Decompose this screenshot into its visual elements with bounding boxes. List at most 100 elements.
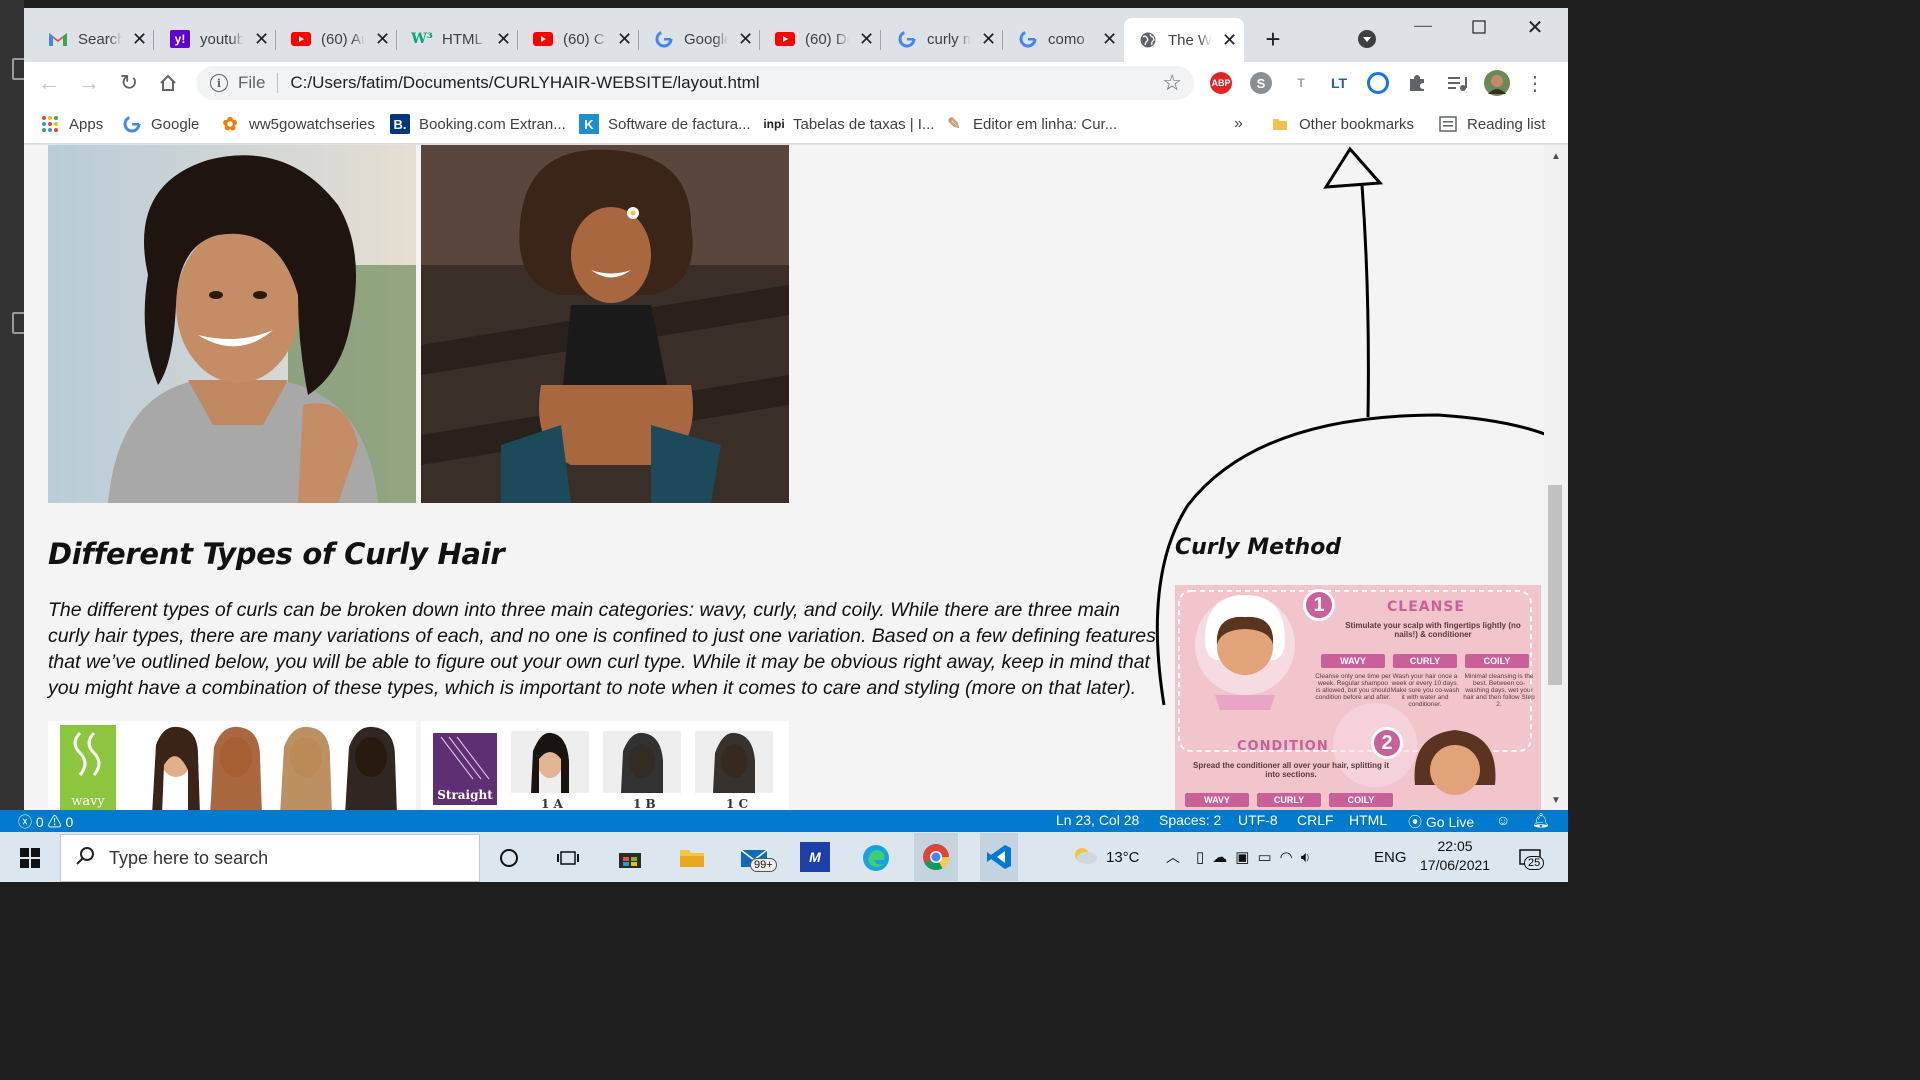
globe-icon: [1138, 31, 1158, 49]
app-icon-blue[interactable]: M: [800, 842, 830, 872]
skype-icon[interactable]: S: [1250, 72, 1272, 94]
edge-icon[interactable]: [860, 842, 892, 874]
tab-active[interactable]: The W ✕: [1124, 18, 1244, 62]
bookmark-tabelas[interactable]: inpi Tabelas de taxas | I...: [763, 104, 934, 144]
close-window-icon[interactable]: ✕: [1522, 14, 1548, 40]
mail-icon[interactable]: 99+: [738, 842, 777, 874]
bookmark-booking[interactable]: B. Booking.com Extran...: [390, 104, 566, 144]
reload-icon[interactable]: ↻: [116, 70, 142, 96]
onedrive-cloud-icon[interactable]: ☁: [1212, 848, 1227, 866]
display-icon[interactable]: ▣: [1235, 848, 1249, 866]
windows-start-icon[interactable]: [14, 842, 46, 874]
close-tab-icon[interactable]: ✕: [617, 29, 632, 50]
account-icon[interactable]: ☺: [1496, 812, 1510, 828]
back-icon[interactable]: ←: [36, 70, 62, 96]
weather-widget[interactable]: 13°C: [1070, 832, 1140, 882]
media-control-icon[interactable]: [1444, 70, 1470, 96]
file-explorer-icon[interactable]: [676, 842, 708, 874]
close-tab-icon[interactable]: ✕: [132, 29, 147, 50]
forward-icon[interactable]: →: [76, 70, 102, 96]
chrome-taskbar-icon[interactable]: [914, 833, 958, 881]
language-mode[interactable]: HTML: [1349, 812, 1387, 828]
scroll-up-icon[interactable]: ▲: [1551, 151, 1561, 162]
bookmark-label: Apps: [69, 115, 104, 133]
tab-youtube-1[interactable]: (60) Au ✕: [291, 20, 397, 58]
action-center-icon[interactable]: 25: [1514, 842, 1546, 874]
close-tab-icon[interactable]: ✕: [1222, 30, 1237, 51]
battery-icon[interactable]: ▭: [1257, 848, 1271, 866]
section-heading: Different Types of Curly Hair: [48, 537, 505, 571]
close-tab-icon[interactable]: ✕: [375, 29, 390, 50]
warning-icon: ⚠: [47, 814, 62, 830]
tab-youtube-2[interactable]: (60) CS ✕: [533, 20, 639, 58]
sync-extension-icon[interactable]: [1367, 72, 1389, 94]
tab-youtube-3[interactable]: (60) De ✕: [775, 20, 881, 58]
indentation[interactable]: Spaces: 2: [1159, 812, 1221, 828]
close-tab-icon[interactable]: ✕: [738, 29, 753, 50]
page-scrollbar[interactable]: ▲ ▼: [1544, 145, 1568, 810]
avatar[interactable]: [1484, 70, 1510, 96]
notifications-bell-icon[interactable]: 🔔︎: [1532, 812, 1550, 829]
end-of-line[interactable]: CRLF: [1297, 812, 1334, 828]
cortana-icon[interactable]: [493, 842, 525, 874]
close-tab-icon[interactable]: ✕: [1102, 29, 1117, 50]
bookmark-star-icon[interactable]: ☆: [1162, 70, 1182, 96]
taskbar-search-box[interactable]: Type here to search: [60, 834, 480, 882]
lt-extension-icon[interactable]: LT: [1328, 72, 1350, 94]
close-tab-icon[interactable]: ✕: [254, 29, 269, 50]
translate-extension-icon[interactable]: T: [1290, 72, 1312, 94]
bookmark-label: ww5gowatchseries: [249, 115, 375, 133]
input-language[interactable]: ENG: [1374, 832, 1407, 882]
tab-google-3[interactable]: como ✕: [1018, 20, 1117, 58]
temperature: 13°C: [1106, 848, 1140, 866]
scroll-down-icon[interactable]: ▼: [1551, 795, 1561, 806]
microsoft-store-icon[interactable]: [614, 842, 646, 874]
tab-w3schools[interactable]: W³ HTML ✕: [411, 20, 518, 58]
device-icon[interactable]: ▯: [1196, 848, 1204, 866]
url-text[interactable]: C:/Users/fatim/Documents/CURLYHAIR-WEBSI…: [290, 73, 759, 93]
minimize-icon[interactable]: —: [1410, 12, 1436, 38]
task-view-icon[interactable]: [552, 842, 584, 874]
bookmarks-overflow-icon[interactable]: »: [1234, 104, 1243, 144]
close-tab-icon[interactable]: ✕: [981, 29, 996, 50]
problems-indicator[interactable]: ⓧ 0 ⚠ 0: [18, 812, 73, 832]
info-icon[interactable]: i: [210, 74, 228, 92]
bookmark-editor[interactable]: ✎ Editor em linha: Cur...: [944, 104, 1117, 144]
go-live-button[interactable]: ⦿ Go Live: [1408, 812, 1474, 832]
folder-icon: [1270, 114, 1290, 134]
other-bookmarks[interactable]: Other bookmarks: [1270, 104, 1414, 144]
home-icon[interactable]: [155, 70, 181, 96]
cursor-position[interactable]: Ln 23, Col 28: [1056, 812, 1139, 828]
tab-yahoo[interactable]: y! youtube ✕: [170, 20, 276, 58]
page-viewport: Different Types of Curly Hair The differ…: [24, 145, 1568, 810]
clock[interactable]: 22:05 17/06/2021: [1420, 837, 1490, 875]
tab-search-icon[interactable]: [1354, 26, 1380, 52]
taskbar-search-placeholder: Type here to search: [109, 847, 269, 868]
address-bar[interactable]: i File C:/Users/fatim/Documents/CURLYHAI…: [196, 66, 1194, 100]
bookmark-ww5gowatchseries[interactable]: ✿ ww5gowatchseries: [220, 104, 375, 144]
vscode-taskbar-icon[interactable]: [980, 833, 1018, 881]
extensions-puzzle-icon[interactable]: [1404, 70, 1430, 96]
wavy-swatch-label: wavy: [71, 794, 105, 809]
more-menu-icon[interactable]: ⋮: [1522, 70, 1548, 96]
tab-title: (60) Au: [321, 30, 365, 48]
new-tab-icon[interactable]: +: [1260, 24, 1286, 54]
reading-list[interactable]: Reading list: [1438, 104, 1545, 144]
close-tab-icon[interactable]: ✕: [859, 29, 874, 50]
tab-google-2[interactable]: curly m ✕: [897, 20, 1003, 58]
tab-google-1[interactable]: Google ✕: [654, 20, 760, 58]
tab-gmail[interactable]: Search ✕: [48, 20, 154, 58]
bookmark-software[interactable]: K Software de factura...: [579, 104, 751, 144]
bookmark-google[interactable]: Google: [122, 104, 199, 144]
weather-cloud-icon: [1070, 845, 1098, 869]
scroll-thumb[interactable]: [1548, 485, 1562, 685]
maximize-icon[interactable]: [1466, 14, 1492, 40]
bookmark-apps[interactable]: Apps: [40, 104, 103, 144]
close-tab-icon[interactable]: ✕: [496, 29, 511, 50]
wifi-icon[interactable]: ◠: [1280, 848, 1293, 866]
adblock-plus-icon[interactable]: ABP: [1210, 72, 1232, 94]
volume-icon[interactable]: 🔉︎: [1301, 849, 1310, 866]
encoding[interactable]: UTF-8: [1238, 812, 1278, 828]
notification-count: 25: [1524, 856, 1545, 870]
tray-overflow-icon[interactable]: ︿: [1166, 832, 1180, 882]
